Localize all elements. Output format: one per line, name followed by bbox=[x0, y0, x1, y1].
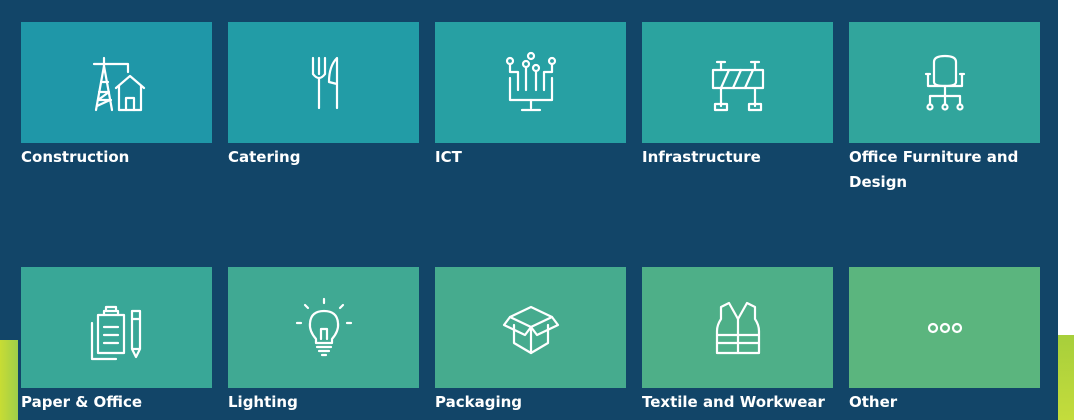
tile-textile-workwear[interactable]: Textile and Workwear bbox=[642, 267, 833, 415]
tile-ict-label: ICT bbox=[435, 148, 462, 166]
tile-ict[interactable]: ICT bbox=[435, 22, 626, 170]
tile-office-furniture-label: Office Furniture and Design bbox=[849, 148, 1019, 191]
category-panel: Construction Catering ICT Infrastructure… bbox=[0, 0, 1058, 420]
tile-office-furniture[interactable]: Office Furniture and Design bbox=[849, 22, 1040, 195]
tile-lighting-box[interactable] bbox=[228, 267, 419, 388]
tile-lighting[interactable]: Lighting bbox=[228, 267, 419, 415]
tile-textile-workwear-label: Textile and Workwear bbox=[642, 393, 825, 411]
tile-packaging[interactable]: Packaging bbox=[435, 267, 626, 415]
decorative-accent-right bbox=[1058, 335, 1074, 420]
tile-catering-label: Catering bbox=[228, 148, 301, 166]
office-chair-icon bbox=[924, 54, 965, 111]
tile-other[interactable]: Other bbox=[849, 267, 1040, 415]
tile-office-furniture-box[interactable] bbox=[849, 22, 1040, 143]
tile-packaging-label: Packaging bbox=[435, 393, 522, 411]
tile-catering-box[interactable] bbox=[228, 22, 419, 143]
cutlery-icon bbox=[311, 56, 338, 109]
tile-construction[interactable]: Construction bbox=[21, 22, 212, 170]
tile-ict-box[interactable] bbox=[435, 22, 626, 143]
light-bulb-icon bbox=[295, 297, 352, 356]
tile-packaging-box[interactable] bbox=[435, 267, 626, 388]
tile-paper-office-supplies-label: Paper & Office Supplies bbox=[21, 393, 143, 420]
roadblock-icon bbox=[711, 60, 764, 111]
box-icon bbox=[502, 305, 559, 354]
decorative-accent-left bbox=[0, 340, 18, 420]
tile-lighting-label: Lighting bbox=[228, 393, 298, 411]
tile-textile-workwear-box[interactable] bbox=[642, 267, 833, 388]
clipboard-pencil-icon bbox=[90, 305, 141, 360]
more-icon bbox=[927, 322, 962, 333]
safety-vest-icon bbox=[715, 301, 760, 354]
tile-paper-office-supplies-box[interactable] bbox=[21, 267, 212, 388]
tile-paper-office-supplies[interactable]: Paper & Office Supplies bbox=[21, 267, 212, 420]
tile-other-label: Other bbox=[849, 393, 898, 411]
tile-construction-box[interactable] bbox=[21, 22, 212, 143]
tile-catering[interactable]: Catering bbox=[228, 22, 419, 170]
construction-icon bbox=[92, 56, 145, 111]
computer-network-icon bbox=[505, 51, 556, 111]
tile-infrastructure-box[interactable] bbox=[642, 22, 833, 143]
tile-infrastructure[interactable]: Infrastructure bbox=[642, 22, 833, 170]
tile-infrastructure-label: Infrastructure bbox=[642, 148, 761, 166]
tile-construction-label: Construction bbox=[21, 148, 130, 166]
tile-other-box[interactable] bbox=[849, 267, 1040, 388]
